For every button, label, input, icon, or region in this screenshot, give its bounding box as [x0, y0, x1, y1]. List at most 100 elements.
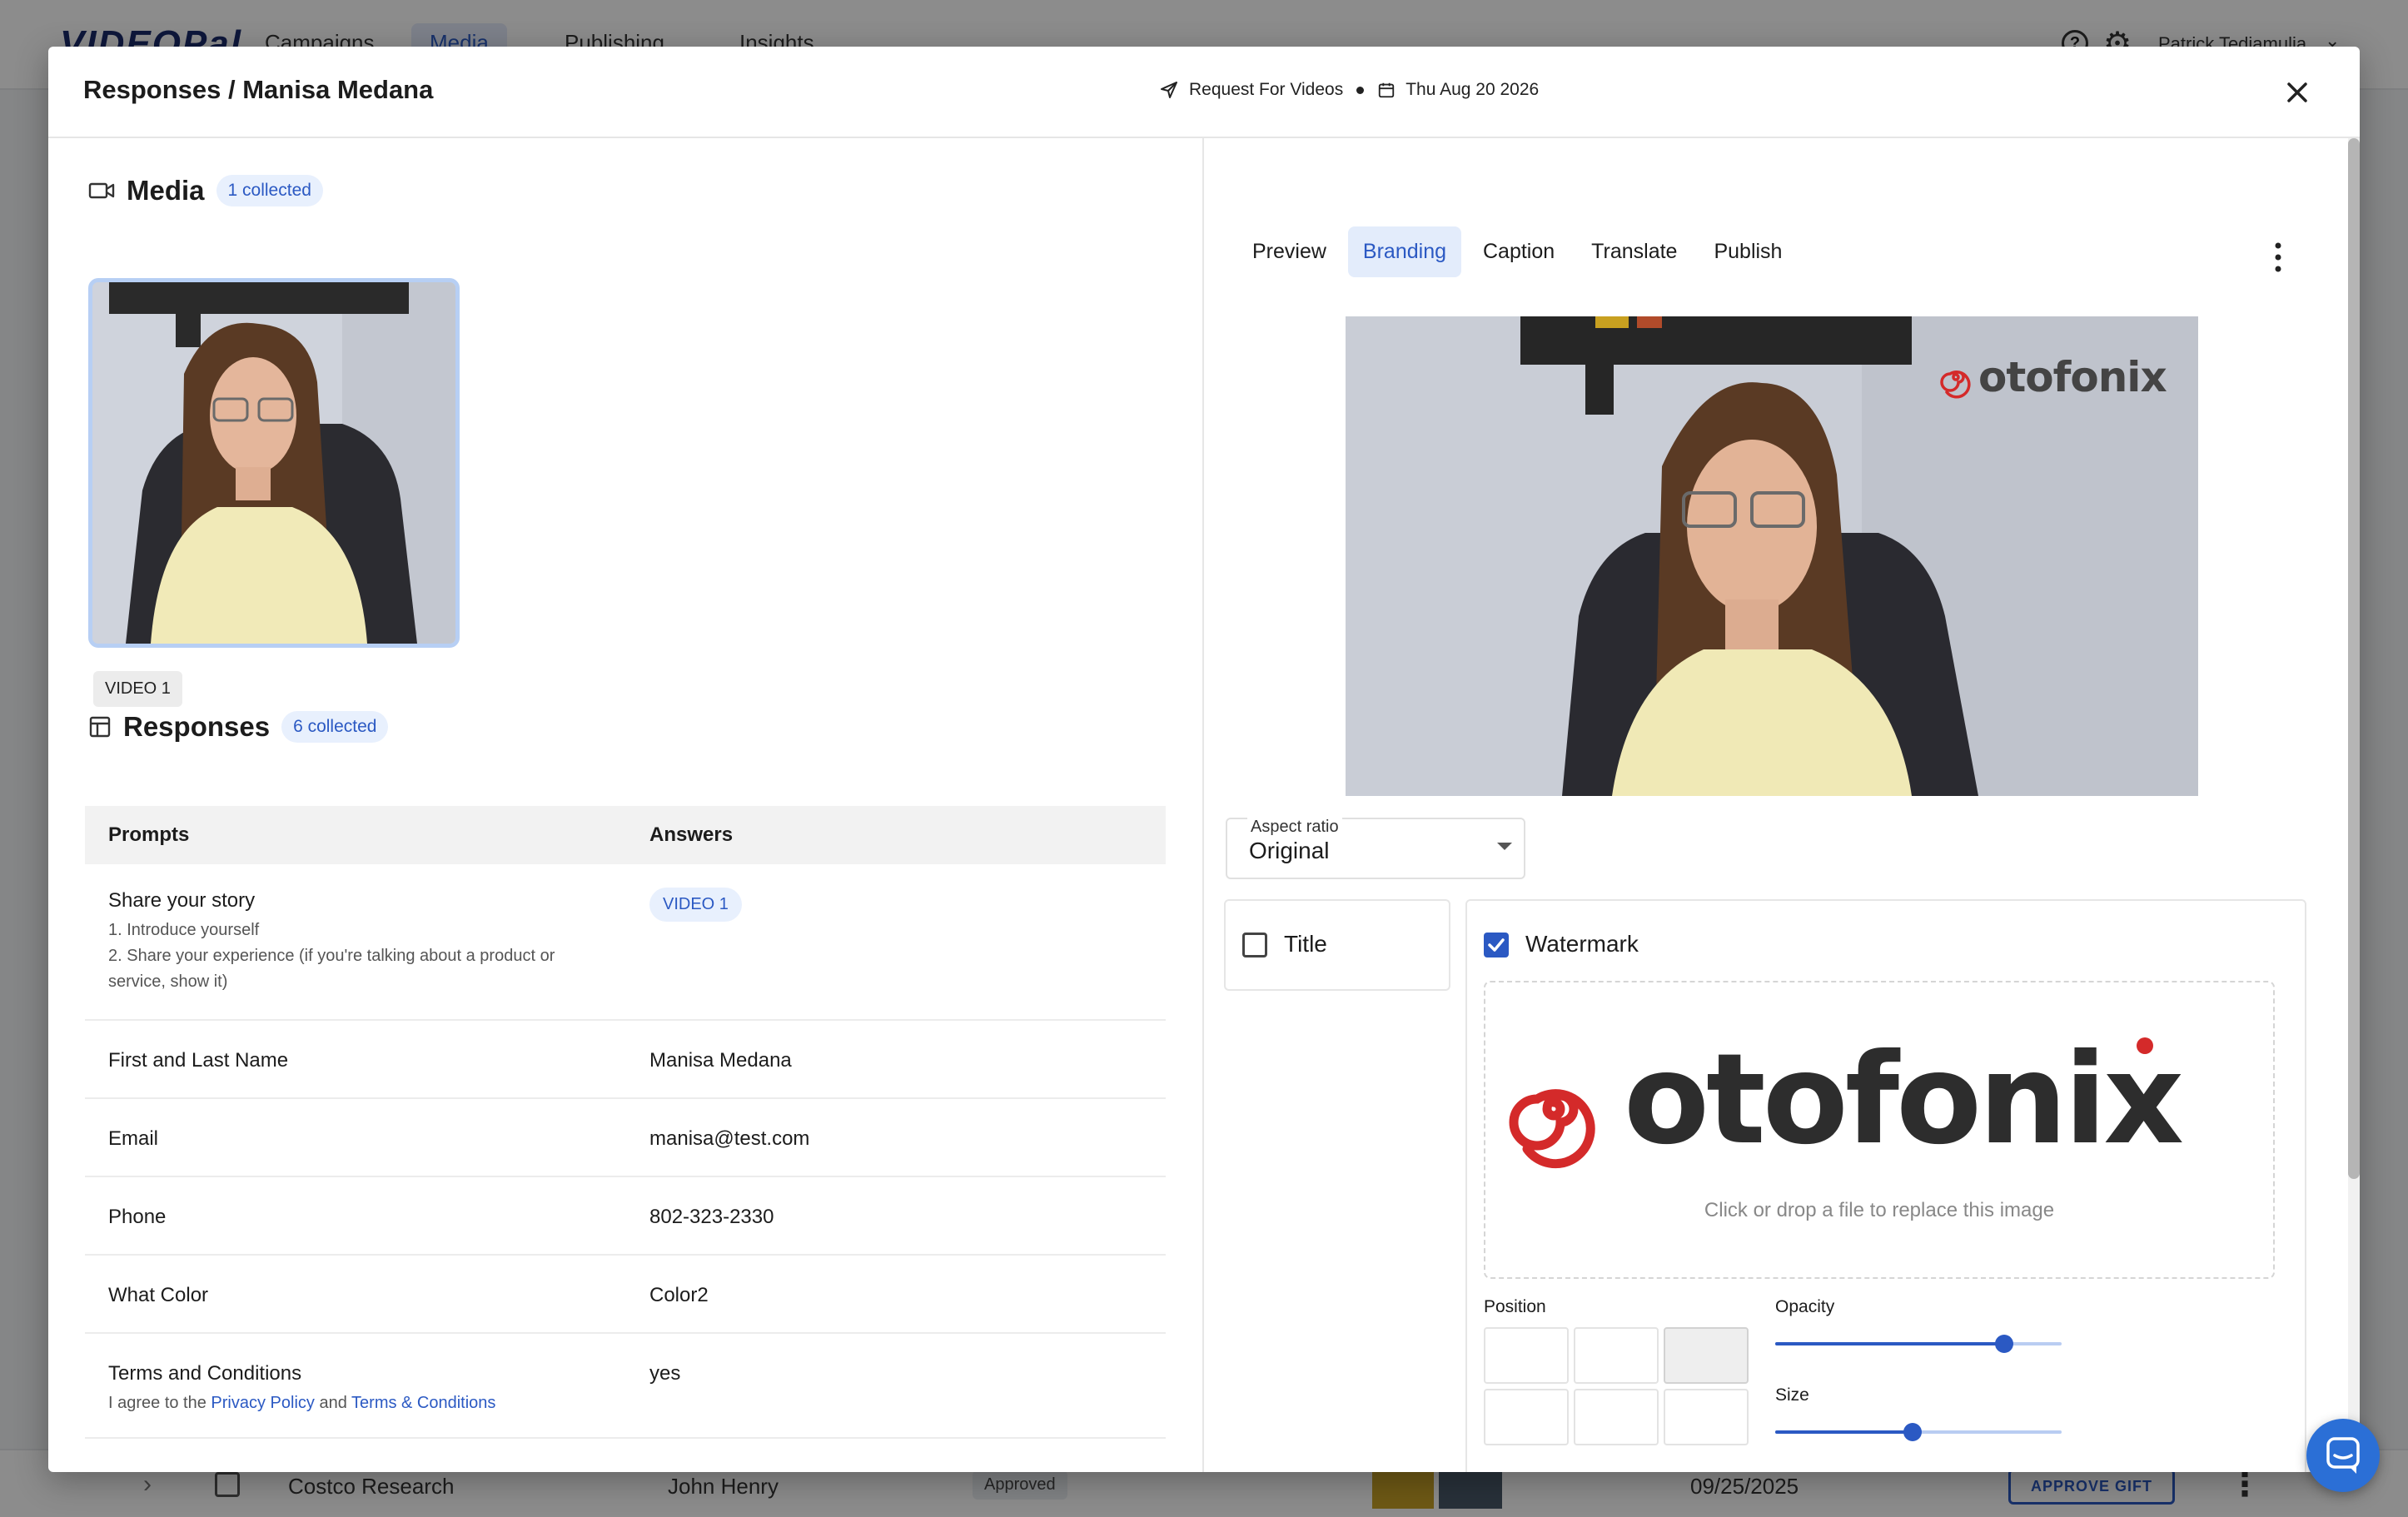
- separator-dot: [1356, 86, 1365, 94]
- title-checkbox[interactable]: [1242, 933, 1267, 957]
- opacity-slider[interactable]: [1775, 1334, 2062, 1354]
- answer-text: yes: [649, 1362, 681, 1385]
- modal-title: Responses / Manisa Medana: [83, 75, 434, 104]
- instruction-line: 2. Share your experience (if you're talk…: [108, 947, 555, 965]
- position-top-left[interactable]: [1484, 1327, 1569, 1384]
- table-row: First and Last Name Manisa Medana: [85, 1021, 1166, 1099]
- terms-prefix: I agree to the: [108, 1394, 211, 1412]
- calendar-icon: [1379, 82, 1395, 98]
- table-row: Email manisa@test.com: [85, 1099, 1166, 1177]
- video-thumbnail[interactable]: [88, 278, 460, 648]
- prompt-text: What Color: [108, 1284, 209, 1306]
- aspect-ratio-label: Aspect ratio: [1247, 818, 1342, 837]
- media-title: Media: [127, 175, 205, 206]
- watermark-drop-zone[interactable]: otofonix Click or drop a file to replace…: [1484, 981, 2275, 1279]
- title-option-label: Title: [1284, 931, 1327, 957]
- modal-scrollbar-thumb[interactable]: [2348, 138, 2360, 1179]
- watermark-overlay: otofonix: [1937, 353, 2167, 401]
- spiral-logo-icon: [1940, 371, 1971, 399]
- position-bottom-left[interactable]: [1484, 1389, 1569, 1445]
- terms-and: and: [314, 1394, 352, 1412]
- answer-text: Manisa Medana: [649, 1049, 792, 1072]
- answer-text: manisa@test.com: [649, 1127, 810, 1150]
- video-answer-chip[interactable]: VIDEO 1: [649, 888, 742, 922]
- caret-down-icon: [1497, 843, 1512, 850]
- privacy-policy-link[interactable]: Privacy Policy: [211, 1394, 314, 1412]
- modal-header: Responses / Manisa Medana Request For Vi…: [48, 47, 2360, 138]
- slider-track: [1775, 1342, 2005, 1345]
- close-icon[interactable]: [2276, 72, 2318, 113]
- drop-hint-text: Click or drop a file to replace this ima…: [1704, 1199, 2055, 1221]
- send-icon: [1161, 82, 1177, 98]
- responses-title: Responses: [123, 711, 271, 742]
- terms-conditions-link[interactable]: Terms & Conditions: [351, 1394, 495, 1412]
- tab-branding[interactable]: Branding: [1347, 226, 1461, 277]
- chat-icon: [2326, 1437, 2360, 1474]
- tab-translate[interactable]: Translate: [1576, 226, 1692, 277]
- watermark-option-label: Watermark: [1525, 931, 1639, 957]
- more-vert-icon[interactable]: [2263, 236, 2293, 278]
- slider-track: [1775, 1430, 1913, 1434]
- table-row: Phone 802-323-2330: [85, 1177, 1166, 1256]
- size-label: Size: [1775, 1385, 1809, 1405]
- watermark-preview-text: otofonix: [1978, 353, 2167, 401]
- position-grid: [1484, 1327, 1749, 1445]
- tab-preview[interactable]: Preview: [1237, 226, 1341, 277]
- responses-table: Prompts Answers Share your story 1. Intr…: [85, 806, 1166, 1439]
- column-header-prompts: Prompts: [108, 823, 190, 846]
- table-row: Share your story 1. Introduce yourself 2…: [85, 864, 1166, 1021]
- check-icon: [1488, 938, 1505, 952]
- answer-cell: VIDEO 1: [649, 888, 742, 922]
- video-frame-image: [92, 282, 455, 644]
- position-top-right[interactable]: [1664, 1327, 1749, 1384]
- column-header-answers: Answers: [649, 823, 734, 846]
- chat-launcher-button[interactable]: [2306, 1419, 2380, 1492]
- answer-text: Color2: [649, 1284, 709, 1306]
- media-count-badge: 1 collected: [216, 175, 323, 206]
- responses-pane: Media 1 collected VIDEO 1 Responses 6 co…: [48, 138, 1202, 1472]
- video-label-tag: VIDEO 1: [93, 671, 182, 707]
- prompt-cell: Share your story 1. Introduce yourself 2…: [108, 889, 555, 995]
- tab-caption[interactable]: Caption: [1468, 226, 1570, 277]
- response-date: Thu Aug 20 2026: [1405, 80, 1540, 99]
- instruction-line: service, show it): [108, 972, 228, 991]
- response-modal: Responses / Manisa Medana Request For Vi…: [48, 47, 2360, 1472]
- watermark-logo-image: otofonix: [1509, 1027, 2186, 1172]
- editor-tabs: Preview Branding Caption Translate Publi…: [1237, 226, 1804, 277]
- prompt-text: First and Last Name: [108, 1049, 289, 1072]
- position-bottom-right[interactable]: [1664, 1389, 1749, 1445]
- position-top-center[interactable]: [1574, 1327, 1659, 1384]
- watermark-option-card: Watermark otofonix Click or drop a file …: [1465, 899, 2306, 1472]
- prompt-text: Share your story: [108, 889, 256, 912]
- aspect-ratio-select[interactable]: Aspect ratio Original: [1226, 818, 1525, 879]
- campaign-name: Request For Videos: [1189, 80, 1344, 99]
- editor-pane: Preview Branding Caption Translate Publi…: [1204, 138, 2360, 1472]
- video-preview[interactable]: otofonix: [1346, 316, 2198, 796]
- table-header: Prompts Answers: [85, 806, 1166, 864]
- responses-count-badge: 6 collected: [281, 711, 389, 743]
- tab-publish[interactable]: Publish: [1699, 226, 1797, 277]
- slider-thumb[interactable]: [1995, 1335, 2014, 1353]
- prompt-text: Email: [108, 1127, 159, 1150]
- terms-text: I agree to the Privacy Policy and Terms …: [108, 1390, 495, 1416]
- prompt-cell: Terms and Conditions I agree to the Priv…: [108, 1362, 495, 1416]
- watermark-checkbox[interactable]: [1484, 933, 1509, 957]
- aspect-ratio-value: Original: [1249, 838, 1330, 863]
- video-camera-icon: [88, 182, 115, 199]
- table-row: What Color Color2: [85, 1256, 1166, 1334]
- media-section-header: Media 1 collected: [88, 175, 323, 206]
- slider-thumb[interactable]: [1903, 1423, 1923, 1441]
- modal-meta: Request For Videos Thu Aug 20 2026: [1159, 80, 1539, 100]
- prompt-instructions: 1. Introduce yourself 2. Share your expe…: [108, 918, 555, 995]
- svg-text:otofonix: otofonix: [1624, 1027, 2182, 1172]
- title-option-card: Title: [1224, 899, 1450, 991]
- table-layout-icon: [89, 716, 111, 738]
- table-row: Terms and Conditions I agree to the Priv…: [85, 1334, 1166, 1439]
- size-slider[interactable]: [1775, 1422, 2062, 1442]
- instruction-line: 1. Introduce yourself: [108, 921, 260, 939]
- prompt-text: Phone: [108, 1206, 167, 1228]
- opacity-label: Opacity: [1775, 1297, 1835, 1316]
- prompt-text: Terms and Conditions: [108, 1362, 302, 1385]
- answer-text: 802-323-2330: [649, 1206, 774, 1228]
- position-bottom-center[interactable]: [1574, 1389, 1659, 1445]
